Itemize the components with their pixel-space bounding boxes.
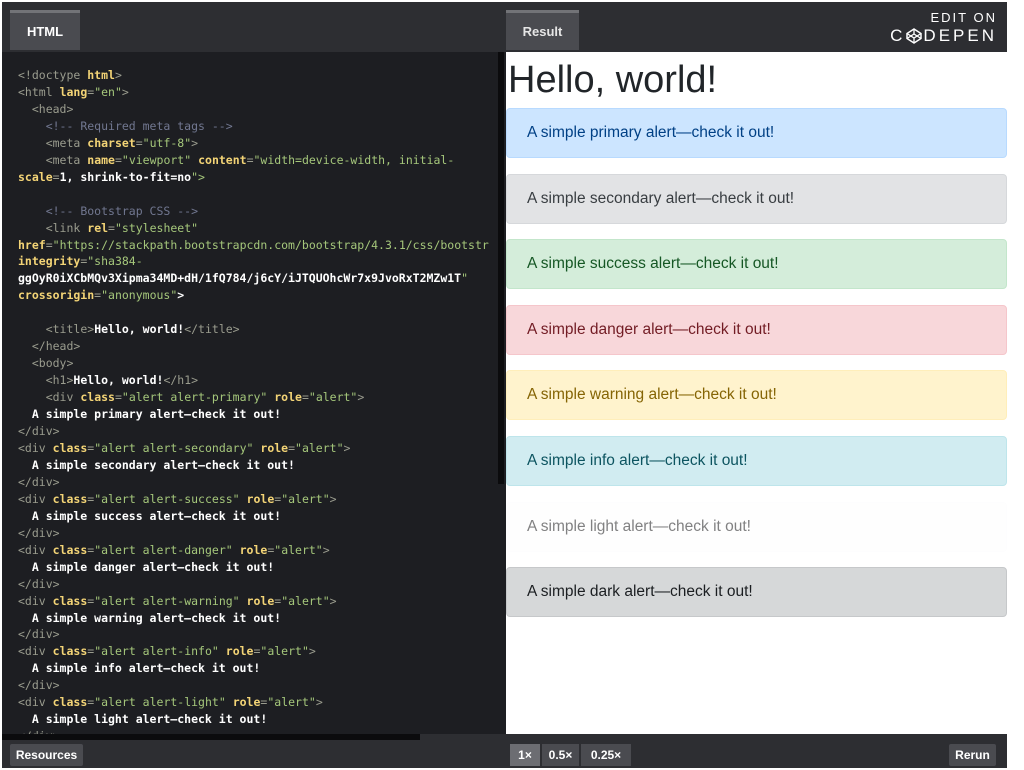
codepen-embed: HTML Result EDIT ON C DEPEN <!doctype ht… <box>2 2 1007 768</box>
edit-on-codepen-link[interactable]: EDIT ON C DEPEN <box>890 10 997 46</box>
tab-result[interactable]: Result <box>506 10 579 50</box>
html-code-editor[interactable]: <!doctype html> <html lang="en"> <head> … <box>2 52 502 734</box>
alert-warning: A simple warning alert—check it out! <box>506 370 1007 420</box>
code-horizontal-scrollbar[interactable] <box>2 734 420 740</box>
bottom-bar: Resources 1× 0.5× 0.25× Rerun <box>2 734 1007 768</box>
codepen-letters-depen: DEPEN <box>923 26 997 45</box>
alert-primary: A simple primary alert—check it out! <box>506 108 1007 158</box>
alert-success: A simple success alert—check it out! <box>506 239 1007 289</box>
zoom-1x-button[interactable]: 1× <box>510 744 540 766</box>
alert-dark: A simple dark alert—check it out! <box>506 567 1007 617</box>
rerun-button[interactable]: Rerun <box>949 744 996 766</box>
result-pane: Hello, world! A simple primary alert—che… <box>506 52 1007 740</box>
alert-light: A simple light alert—check it out! <box>506 502 1007 552</box>
alert-info: A simple info alert—check it out! <box>506 436 1007 486</box>
code-content: <!doctype html> <html lang="en"> <head> … <box>18 68 489 734</box>
codepen-wordmark: C DEPEN <box>890 26 997 46</box>
zoom-0.25x-button[interactable]: 0.25× <box>581 744 631 766</box>
tab-html[interactable]: HTML <box>10 10 80 50</box>
alert-danger: A simple danger alert—check it out! <box>506 305 1007 355</box>
codepen-logo-icon <box>906 28 923 44</box>
zoom-0.5x-button[interactable]: 0.5× <box>542 744 579 766</box>
resources-button[interactable]: Resources <box>10 744 83 766</box>
code-scrollbar[interactable] <box>498 52 504 484</box>
codepen-letter-c: C <box>890 26 906 45</box>
edit-on-label: EDIT ON <box>930 10 997 25</box>
result-heading: Hello, world! <box>508 59 718 101</box>
alert-secondary: A simple secondary alert—check it out! <box>506 174 1007 224</box>
top-bar: HTML Result EDIT ON C DEPEN <box>2 2 1007 52</box>
